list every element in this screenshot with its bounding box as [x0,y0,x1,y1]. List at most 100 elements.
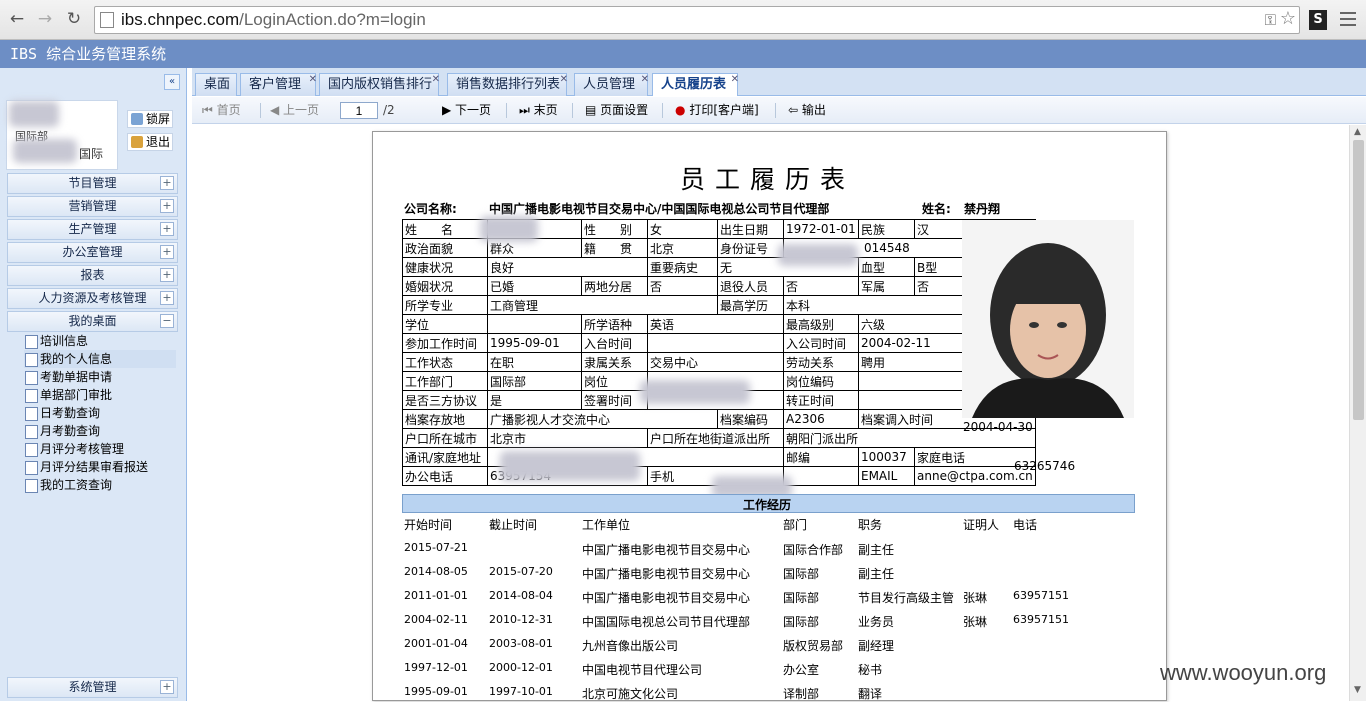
menu-production[interactable]: 生产管理 + [7,219,178,240]
browser-menu-icon[interactable] [1340,12,1356,26]
sidebar-item-monthly-score[interactable]: 月评分考核管理 [24,440,176,458]
expand-icon[interactable]: + [160,245,174,259]
key-icon[interactable]: ⚿ [1265,11,1276,29]
address-bar[interactable]: ibs.chnpec.com/LoginAction.do?m=login [94,6,1300,34]
tab-staff[interactable]: 人员管理 ✕ [574,73,649,96]
tab-staff-resume[interactable]: 人员履历表 ✕ [652,73,739,96]
expand-icon[interactable]: + [160,199,174,213]
field-label: 入台时间 [581,333,648,353]
collapse-sidebar-button[interactable]: « [164,74,180,90]
sidebar-item-score-review[interactable]: 月评分结果审看报送 [24,458,176,476]
extension-icon[interactable]: S [1309,10,1327,30]
menu-system[interactable]: 系统管理 + [7,677,178,698]
table-row: 健康状况 良好 重要病史无血型 B型 [402,257,1036,277]
tab-copyright-rank[interactable]: 国内版权销售排行 ✕ [319,73,440,96]
field-label: 是否三方协议 [402,390,488,410]
reload-icon[interactable]: ↻ [63,9,85,29]
menu-hr[interactable]: 人力资源及考核管理 + [7,288,178,309]
work-cell: 2000-12-01 [489,661,553,674]
work-cell: 副主任 [858,567,895,581]
bookmark-star-icon[interactable]: ☆ [1280,8,1296,29]
field-value: 在职 [487,352,582,372]
field-value: 良好 [487,257,648,277]
close-icon[interactable]: ✕ [731,69,739,90]
field-label: 两地分居 [581,276,648,296]
redacted-address [500,451,640,481]
scrollbar[interactable]: ▲ ▼ [1349,125,1366,701]
close-icon[interactable]: ✕ [560,69,568,90]
menu-reports[interactable]: 报表 + [7,265,178,286]
work-cell: 翻译 [858,687,883,701]
menu-office[interactable]: 办公室管理 + [7,242,178,263]
menu-marketing[interactable]: 营销管理 + [7,196,178,217]
field-label: 转正时间 [783,390,859,410]
scroll-down-icon[interactable]: ▼ [1354,685,1361,695]
forward-icon[interactable]: → [34,9,56,29]
sidebar-item-monthly-attendance[interactable]: 月考勤查询 [24,422,176,440]
page-setup-button[interactable]: ▤ 页面设置 [585,97,648,124]
sidebar-item-daily-attendance[interactable]: 日考勤查询 [24,404,176,422]
sidebar-item-personal-info[interactable]: 我的个人信息 [24,350,176,368]
field-label: 血型 [858,257,915,277]
url-path: /LoginAction.do?m=login [239,10,426,29]
menu-my-desktop[interactable]: 我的桌面 − [7,311,178,332]
sidebar-item-training[interactable]: 培训信息 [24,332,176,350]
tab-label: 销售数据排行列表 [456,77,561,92]
scroll-thumb[interactable] [1353,140,1364,420]
expand-icon[interactable]: + [160,268,174,282]
collapse-icon[interactable]: − [160,314,174,328]
back-icon[interactable]: ← [6,9,28,29]
first-page-button[interactable]: ⏮ 首页 [202,97,241,124]
field-label: 重要病史 [647,257,718,277]
expand-icon[interactable]: + [160,680,174,694]
page-number-input[interactable] [340,102,378,119]
menu-label: 系统管理 [68,680,117,694]
col-header: 工作单位 [582,518,631,532]
expand-icon[interactable]: + [160,222,174,236]
export-button[interactable]: ⇦ 输出 [788,97,826,124]
prev-page-button[interactable]: ◀ 上一页 [270,97,319,124]
tab-desktop[interactable]: 桌面 [195,73,237,96]
col-header: 职务 [858,518,883,532]
work-cell: 中国广播电影电视节目交易中心 [582,591,751,605]
field-label: 最高学历 [717,295,784,315]
user-dept-short: 国际 [79,147,104,161]
print-button[interactable]: ● 打印[客户端] [675,97,759,124]
work-cell: 国际合作部 [783,543,844,557]
tab-sales-rank[interactable]: 销售数据排行列表 ✕ [447,73,568,96]
expand-icon[interactable]: + [160,291,174,305]
expand-icon[interactable]: + [160,176,174,190]
work-cell: 北京可施文化公司 [582,687,679,701]
work-cell: 九州音像出版公司 [582,639,679,653]
last-page-button[interactable]: ⏭ 末页 [519,97,558,124]
next-page-button[interactable]: ▶ 下一页 [442,97,491,124]
sidebar-item-dept-approval[interactable]: 单据部门审批 [24,386,176,404]
work-cell: 2014-08-05 [404,565,468,578]
name-label: 姓名: [922,202,951,216]
resume-table: 姓 名性 别女出生日期 1972-01-01 民族汉 政治面貌 群众籍 贯北京 身份证号… [402,219,1036,486]
tab-customers[interactable]: 客户管理 ✕ [240,73,317,96]
close-icon[interactable]: ✕ [641,69,649,90]
logout-button[interactable]: 退出 [127,133,173,151]
tab-label: 人员管理 [583,77,636,92]
sidebar-item-attendance-apply[interactable]: 考勤单据申请 [24,368,176,386]
work-cell: 中国电视节目代理公司 [582,663,703,677]
work-cell: 国际部 [783,567,820,581]
close-icon[interactable]: ✕ [432,69,440,90]
menu-program[interactable]: 节目管理 + [7,173,178,194]
work-cell: 1997-12-01 [404,661,468,674]
redacted-position [640,380,750,404]
redacted-name-cell [480,216,538,242]
field-value: A2306 [783,409,859,429]
close-icon[interactable]: ✕ [309,69,317,90]
sidebar-item-salary[interactable]: 我的工资查询 [24,476,176,494]
work-cell: 2004-02-11 [404,613,468,626]
field-value: 1972-01-01 [783,219,859,239]
company-name: 中国广播电影电视节目交易中心/中国国际电视总公司节目代理部 [489,202,830,216]
work-cell: 2015-07-20 [489,565,553,578]
table-row: 学位 所学语种 英语 最高级别 六级 [402,314,1036,334]
lock-screen-button[interactable]: 锁屏 [127,110,173,128]
prev-page-label: 上一页 [283,103,320,117]
field-label: 岗位 [581,371,648,391]
scroll-up-icon[interactable]: ▲ [1354,127,1361,137]
